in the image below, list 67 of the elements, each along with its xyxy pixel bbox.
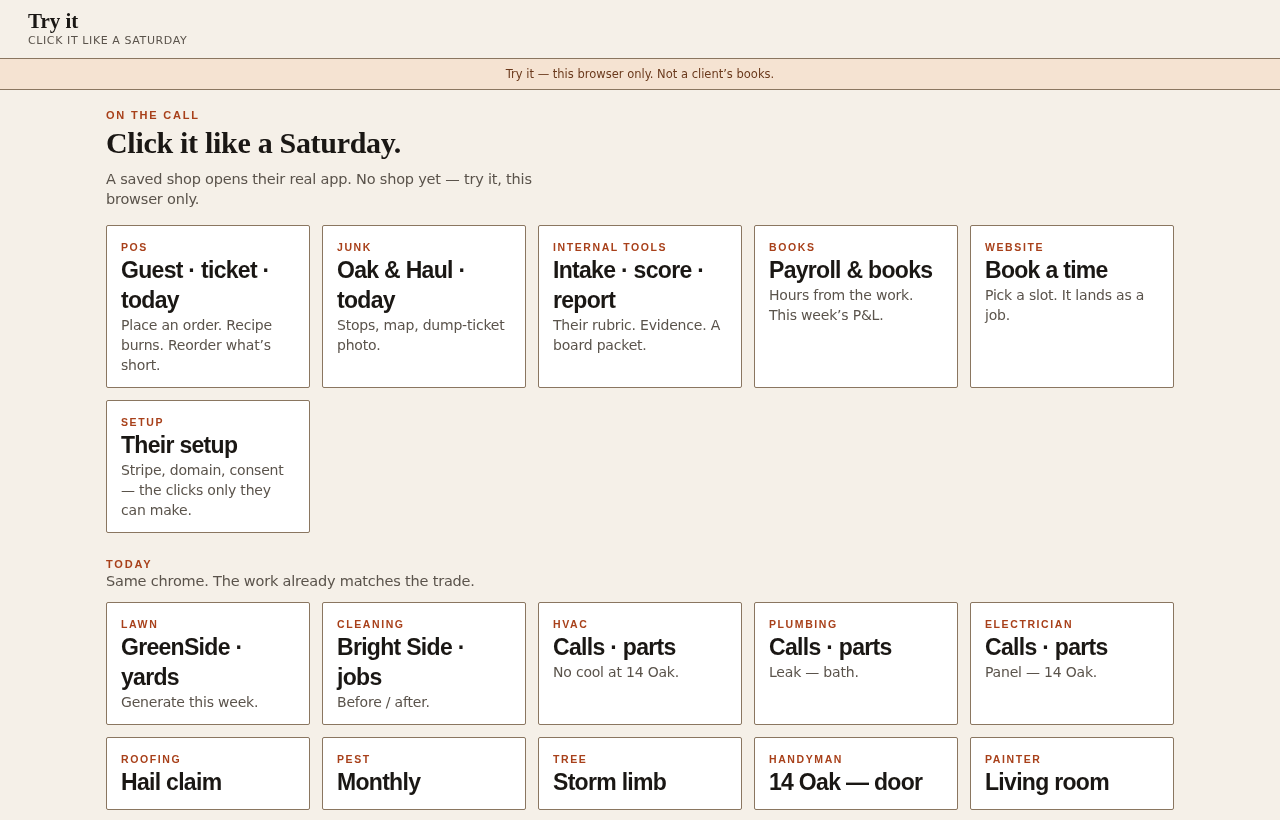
card-title: GreenSide · yards (121, 633, 244, 692)
card-title: Their setup (121, 431, 239, 460)
card-description: Generate this week. (121, 693, 260, 712)
card-title: Oak & Haul · today (337, 256, 467, 315)
card-title: Guest · ticket · today (121, 256, 271, 315)
card-description: Pick a slot. It lands as a job. (985, 286, 1146, 325)
app-card[interactable]: ROOFING Hail claim (106, 737, 310, 810)
section-heading: Click it like a Saturday. (106, 125, 403, 161)
card-tag: TREE (553, 753, 727, 766)
app-card[interactable]: HVAC Calls · parts No cool at 14 Oak. (538, 602, 742, 725)
card-description: Hours from the work. This week’s P&L. (769, 286, 915, 325)
card-title: Hail claim (121, 768, 223, 797)
card-title: Calls · parts (553, 633, 677, 662)
card-title: Living room (985, 768, 1110, 797)
card-title: Payroll & books (769, 256, 934, 285)
card-tag: INTERNAL TOOLS (553, 241, 727, 254)
card-title: Book a time (985, 256, 1109, 285)
card-description: Panel — 14 Oak. (985, 663, 1099, 682)
app-card[interactable]: POS Guest · ticket · today Place an order. Recipe burns. Reorder what’s short. (106, 225, 310, 388)
card-tag: SETUP (121, 416, 295, 429)
section-eyebrow: TODAY (106, 557, 154, 571)
card-description: Stops, map, dump-ticket photo. (337, 316, 506, 355)
card-description: Place an order. Recipe burns. Reorder what’s short. (121, 316, 273, 375)
app-card[interactable]: JUNK Oak & Haul · today Stops, map, dump-ticket photo. (322, 225, 526, 388)
card-title: Calls · parts (985, 633, 1109, 662)
card-tag: PEST (337, 753, 511, 766)
card-title: Monthly (337, 768, 422, 797)
card-tag: WEBSITE (985, 241, 1159, 254)
card-description: Leak — bath. (769, 663, 860, 682)
card-title: 14 Oak — door (769, 768, 924, 797)
section-intro: A saved shop opens their real app. No shop yet — try it, this browser only. (106, 170, 533, 209)
app-card[interactable]: WEBSITE Book a time Pick a slot. It lands as a job. (970, 225, 1174, 388)
section-eyebrow: ON THE CALL (106, 108, 201, 122)
card-tag: ELECTRICIAN (985, 618, 1159, 631)
card-tag: HVAC (553, 618, 727, 631)
card-tag: BOOKS (769, 241, 943, 254)
page-subtitle: CLICK IT LIKE A SATURDAY (28, 34, 189, 47)
card-tag: ROOFING (121, 753, 295, 766)
app-card[interactable]: CLEANING Bright Side · jobs Before / after. (322, 602, 526, 725)
card-tag: PAINTER (985, 753, 1159, 766)
app-card[interactable]: SETUP Their setup Stripe, domain, consent — the clicks only they can make. (106, 400, 310, 533)
card-description: No cool at 14 Oak. (553, 663, 680, 682)
card-tag: LAWN (121, 618, 295, 631)
card-tag: HANDYMAN (769, 753, 943, 766)
app-card[interactable]: LAWN GreenSide · yards Generate this week. (106, 602, 310, 725)
app-card[interactable]: PEST Monthly (322, 737, 526, 810)
card-tag: CLEANING (337, 618, 511, 631)
card-description: Before / after. (337, 693, 431, 712)
card-tag: POS (121, 241, 295, 254)
page-title: Try it (28, 9, 80, 33)
card-title: Bright Side · jobs (337, 633, 466, 692)
card-description: Their rubric. Evidence. A board packet. (553, 316, 722, 355)
card-title: Storm limb (553, 768, 668, 797)
notice-banner: Try it — this browser only. Not a client’s books. (0, 59, 1280, 90)
app-card[interactable]: BOOKS Payroll & books Hours from the work. This week’s P&L. (754, 225, 958, 388)
section-intro: Same chrome. The work already matches the trade. (106, 572, 476, 591)
card-description: Stripe, domain, consent — the clicks only they can make. (121, 461, 285, 520)
card-title: Intake · score · report (553, 256, 706, 315)
card-tag: JUNK (337, 241, 511, 254)
app-card[interactable]: HANDYMAN 14 Oak — door (754, 737, 958, 810)
app-card[interactable]: PAINTER Living room (970, 737, 1174, 810)
card-tag: PLUMBING (769, 618, 943, 631)
app-card[interactable]: TREE Storm limb (538, 737, 742, 810)
card-title: Calls · parts (769, 633, 893, 662)
app-card[interactable]: PLUMBING Calls · parts Leak — bath. (754, 602, 958, 725)
app-card[interactable]: ELECTRICIAN Calls · parts Panel — 14 Oak. (970, 602, 1174, 725)
app-card[interactable]: INTERNAL TOOLS Intake · score · report Their rubric. Evidence. A board packet. (538, 225, 742, 388)
